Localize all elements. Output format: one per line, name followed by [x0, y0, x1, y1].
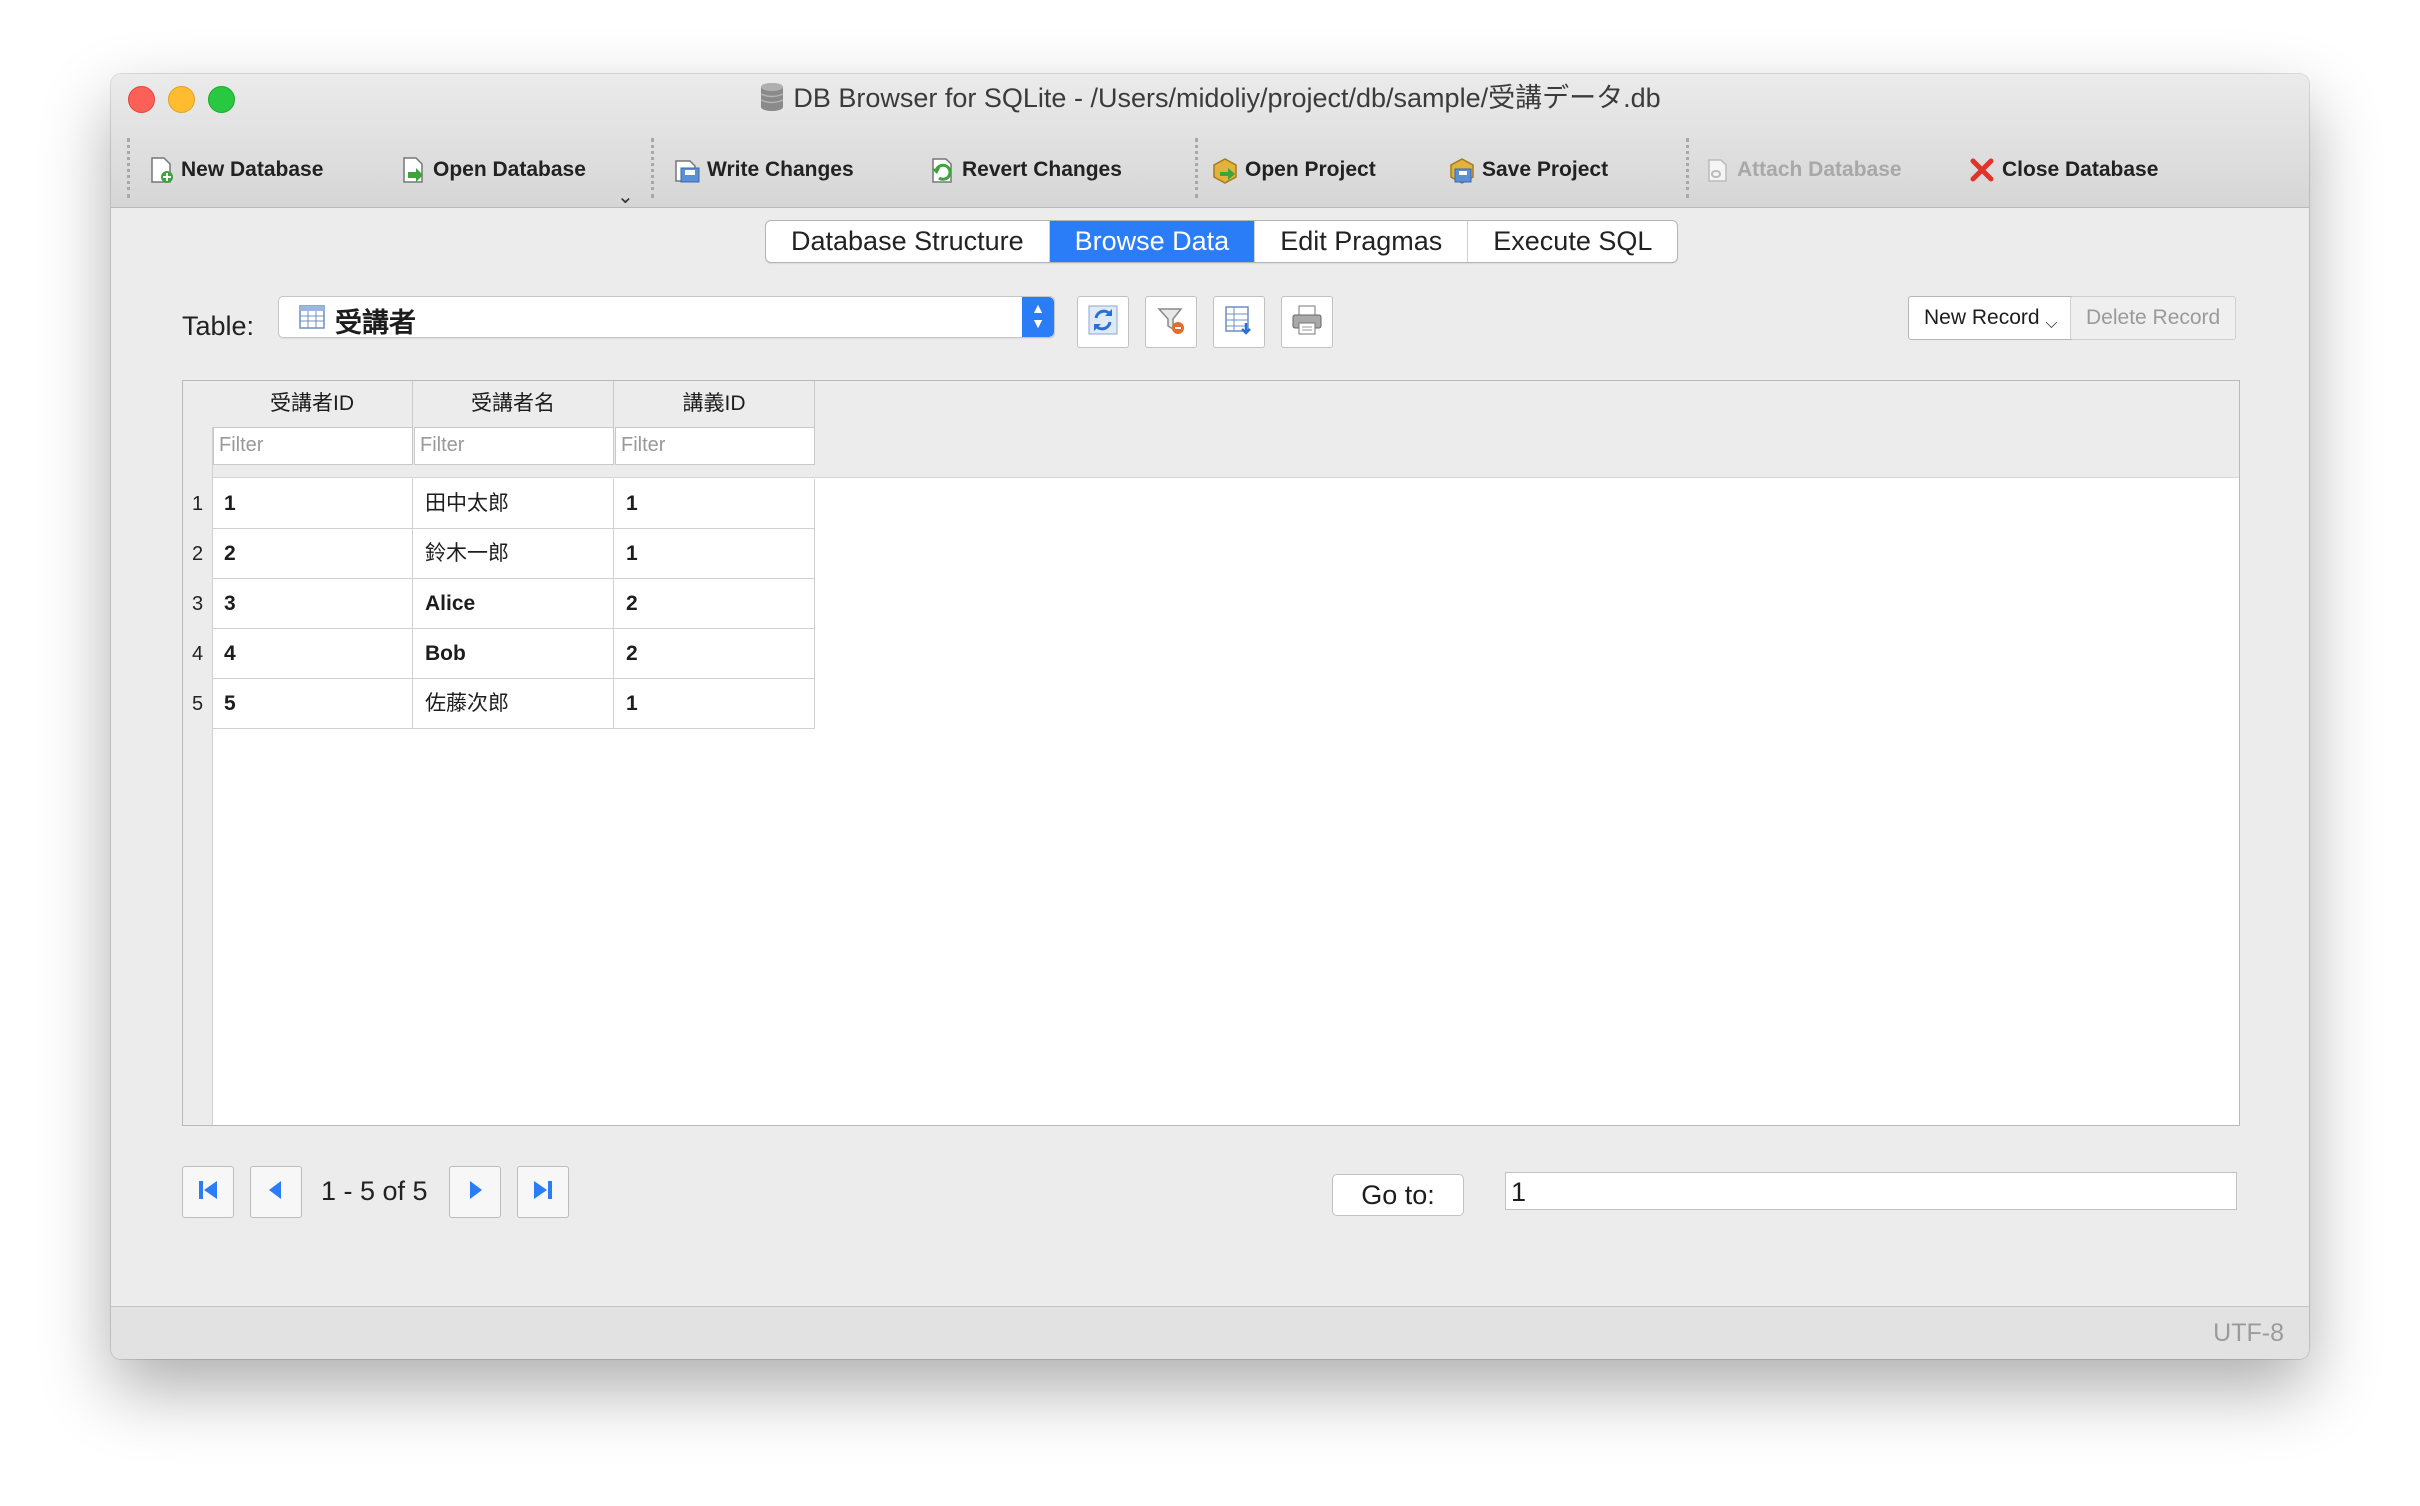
attach-database-label: Attach Database — [1737, 158, 1902, 181]
close-icon — [1968, 156, 1996, 184]
data-grid[interactable]: 受講者ID 受講者名 講義ID Filter Filter Filter 1 1… — [182, 380, 2240, 1126]
export-table-icon — [1222, 303, 1256, 342]
write-changes-label: Write Changes — [707, 158, 854, 181]
column-header[interactable]: 講義ID — [614, 381, 815, 427]
toolbar-separator — [651, 138, 654, 198]
filter-input[interactable]: Filter — [213, 427, 413, 465]
previous-icon — [263, 1177, 289, 1208]
close-database-button[interactable]: Close Database — [1968, 150, 2158, 190]
delete-record-label: Delete Record — [2086, 306, 2221, 329]
database-icon — [759, 82, 785, 121]
toolbar-separator — [1195, 138, 1198, 198]
refresh-icon — [1086, 303, 1120, 342]
table-icon — [299, 305, 325, 334]
write-changes-icon — [673, 156, 701, 184]
clear-filters-button[interactable] — [1145, 296, 1197, 348]
go-to-button[interactable]: Go to: — [1332, 1174, 1464, 1216]
open-project-icon — [1211, 156, 1239, 184]
write-changes-button[interactable]: Write Changes — [673, 150, 854, 190]
table-label: Table: — [182, 311, 255, 341]
select-stepper-icon[interactable]: ▲ ▼ — [1022, 297, 1054, 337]
table-cell[interactable]: 佐藤次郎 — [413, 679, 614, 729]
table-cell[interactable]: Alice — [413, 579, 614, 629]
main-tab-bar: Database Structure Browse Data Edit Prag… — [765, 220, 1679, 263]
new-record-button[interactable]: New Record ⌵ — [1908, 296, 2074, 340]
table-cell[interactable]: 3 — [212, 579, 413, 629]
revert-changes-icon — [928, 156, 956, 184]
column-header[interactable]: 受講者名 — [413, 381, 614, 427]
skip-to-end-icon — [530, 1177, 556, 1208]
delete-record-button[interactable]: Delete Record — [2070, 296, 2237, 340]
page-range-text: 1 - 5 of 5 — [321, 1176, 428, 1206]
selected-table-name: 受講者 — [335, 308, 416, 338]
attach-database-button[interactable]: Attach Database — [1703, 150, 1902, 190]
row-number[interactable]: 5 — [183, 693, 212, 716]
attach-database-icon — [1703, 156, 1731, 184]
title-toolbar-area: DB Browser for SQLite - /Users/midoliy/p… — [111, 74, 2309, 208]
skip-to-start-icon — [195, 1177, 221, 1208]
table-cell[interactable]: 2 — [614, 629, 815, 679]
print-button[interactable] — [1281, 296, 1333, 348]
revert-changes-label: Revert Changes — [962, 158, 1122, 181]
status-bar: UTF-8 — [111, 1306, 2309, 1359]
toolbar-separator — [1686, 138, 1689, 198]
open-document-icon — [399, 156, 427, 184]
table-cell[interactable]: 1 — [614, 479, 815, 529]
encoding-label: UTF-8 — [2213, 1319, 2284, 1347]
table-cell[interactable]: 2 — [212, 529, 413, 579]
filter-input[interactable]: Filter — [414, 427, 614, 465]
tab-browse-data[interactable]: Browse Data — [1049, 221, 1256, 262]
save-table-as-button[interactable] — [1213, 296, 1265, 348]
row-number[interactable]: 4 — [183, 643, 212, 666]
next-icon — [462, 1177, 488, 1208]
go-to-row-input[interactable]: 1 — [1505, 1172, 2237, 1210]
open-database-label: Open Database — [433, 158, 586, 181]
open-database-button[interactable]: Open Database — [399, 150, 586, 190]
previous-page-button[interactable] — [250, 1166, 302, 1218]
table-cell[interactable]: 田中太郎 — [413, 479, 614, 529]
filter-clear-icon — [1154, 303, 1188, 342]
table-cell[interactable]: 5 — [212, 679, 413, 729]
row-number[interactable]: 2 — [183, 543, 212, 566]
tab-edit-pragmas[interactable]: Edit Pragmas — [1255, 221, 1469, 262]
table-cell[interactable]: 鈴木一郎 — [413, 529, 614, 579]
first-page-button[interactable] — [182, 1166, 234, 1218]
tab-execute-sql[interactable]: Execute SQL — [1468, 221, 1677, 262]
chevron-down-icon[interactable]: ⌄ — [617, 184, 634, 209]
window-title: DB Browser for SQLite - /Users/midoliy/p… — [793, 83, 1661, 113]
new-database-label: New Database — [181, 158, 324, 181]
toolbar-separator — [127, 138, 130, 198]
window-title-container: DB Browser for SQLite - /Users/midoliy/p… — [111, 80, 2309, 121]
save-project-label: Save Project — [1482, 158, 1609, 181]
chevron-down-icon: ⌵ — [2045, 315, 2058, 332]
new-database-button[interactable]: New Database — [147, 150, 323, 190]
close-database-label: Close Database — [2002, 158, 2159, 181]
next-page-button[interactable] — [449, 1166, 501, 1218]
table-cell[interactable]: 1 — [614, 679, 815, 729]
revert-changes-button[interactable]: Revert Changes — [928, 150, 1122, 190]
save-project-button[interactable]: Save Project — [1448, 150, 1608, 190]
table-cell[interactable]: 1 — [614, 529, 815, 579]
table-cell[interactable]: 4 — [212, 629, 413, 679]
app-window: DB Browser for SQLite - /Users/midoliy/p… — [111, 74, 2309, 1359]
printer-icon — [1290, 303, 1324, 342]
column-header[interactable]: 受講者ID — [212, 381, 413, 427]
filter-input[interactable]: Filter — [615, 427, 815, 465]
row-number[interactable]: 3 — [183, 593, 212, 616]
open-project-label: Open Project — [1245, 158, 1376, 181]
refresh-button[interactable] — [1077, 296, 1129, 348]
row-number[interactable]: 1 — [183, 493, 212, 516]
table-cell[interactable]: Bob — [413, 629, 614, 679]
table-cell[interactable]: 1 — [212, 479, 413, 529]
new-record-label: New Record — [1924, 306, 2040, 329]
save-project-icon — [1448, 156, 1476, 184]
new-document-icon — [147, 156, 175, 184]
tab-database-structure[interactable]: Database Structure — [766, 221, 1050, 262]
open-project-button[interactable]: Open Project — [1211, 150, 1376, 190]
table-cell[interactable]: 2 — [614, 579, 815, 629]
last-page-button[interactable] — [517, 1166, 569, 1218]
table-select[interactable]: 受講者 ▲ ▼ — [278, 296, 1055, 338]
